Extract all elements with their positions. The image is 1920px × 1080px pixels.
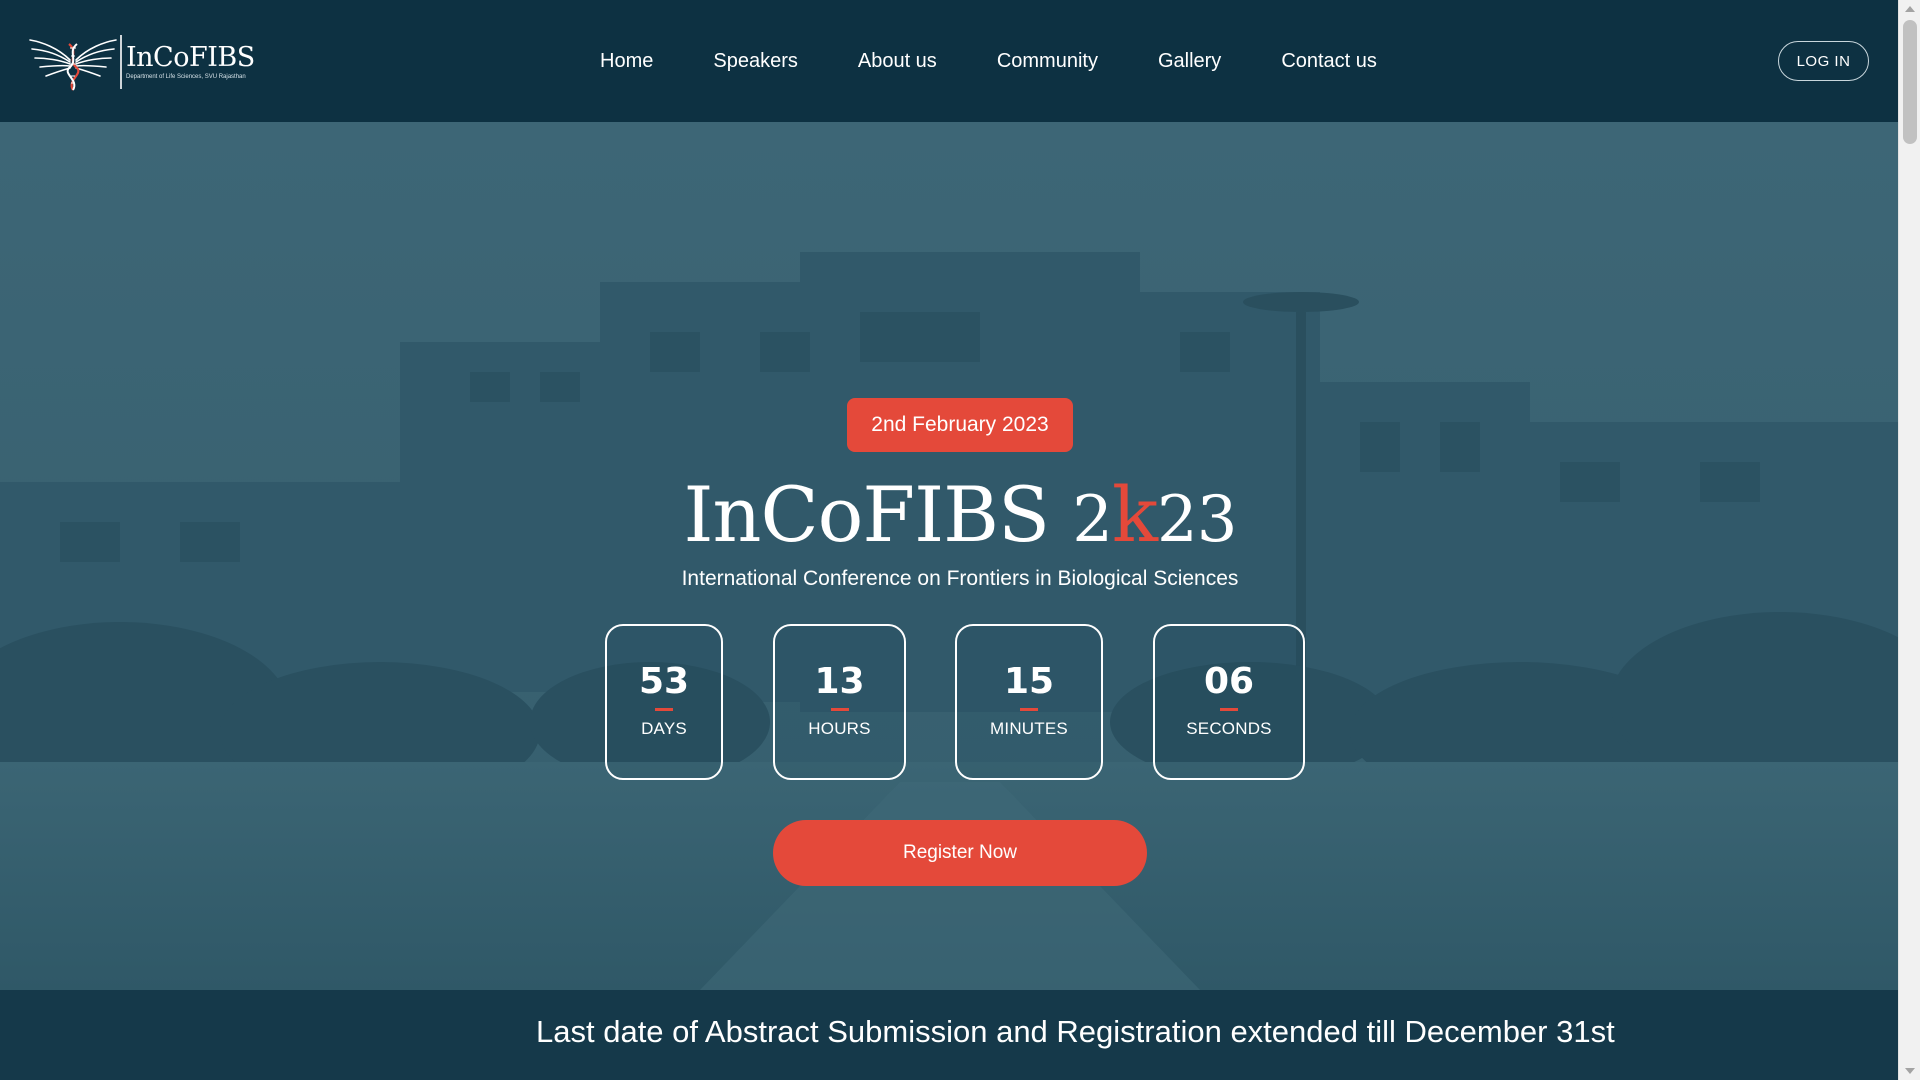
countdown-seconds-value: 06 <box>1203 661 1255 702</box>
nav-about-us[interactable]: About us <box>858 50 937 73</box>
event-date-badge: 2nd February 2023 <box>847 398 1073 452</box>
countdown-minutes-label: MINUTES <box>990 719 1068 738</box>
countdown-divider <box>655 708 673 711</box>
register-now-button[interactable]: Register Now <box>773 820 1147 886</box>
nav-home[interactable]: Home <box>600 50 653 73</box>
main-nav: Home Speakers About us Community Gallery… <box>600 0 1437 122</box>
countdown-minutes-value: 15 <box>1003 661 1055 702</box>
countdown-days: 53 DAYS <box>605 624 723 780</box>
nav-community[interactable]: Community <box>997 50 1098 73</box>
event-title: InCoFIBS 2k23 <box>600 470 1320 565</box>
countdown-hours-label: HOURS <box>808 719 871 738</box>
announcement-banner: Last date of Abstract Submission and Reg… <box>0 990 1898 1080</box>
scroll-down-arrow-icon[interactable] <box>1905 1068 1915 1074</box>
logo-wordmark: InCoFIBS Department of Life Sciences, SV… <box>126 43 255 81</box>
countdown-divider <box>830 708 849 711</box>
countdown-timer: 53 DAYS 13 HOURS 15 MINUTES 06 SECONDS <box>0 624 1898 780</box>
countdown-days-value: 53 <box>638 661 690 702</box>
site-header: InCoFIBS Department of Life Sciences, SV… <box>0 0 1898 122</box>
page: InCoFIBS Department of Life Sciences, SV… <box>0 0 1898 1080</box>
nav-contact-us[interactable]: Contact us <box>1281 50 1377 73</box>
countdown-seconds-label: SECONDS <box>1186 719 1272 738</box>
countdown-hours: 13 HOURS <box>773 624 906 780</box>
logo-divider <box>120 35 122 89</box>
page-scrollbar[interactable] <box>1898 0 1920 1080</box>
scroll-up-arrow-icon[interactable] <box>1905 6 1915 12</box>
nav-speakers[interactable]: Speakers <box>713 50 798 73</box>
site-logo[interactable]: InCoFIBS Department of Life Sciences, SV… <box>28 30 258 94</box>
event-title-name: InCoFIBS <box>683 470 1051 559</box>
countdown-divider <box>1220 708 1238 711</box>
winged-dna-logo-icon <box>29 39 117 91</box>
hero-content: 2nd February 2023 InCoFIBS 2k23 Internat… <box>0 122 1898 990</box>
event-title-year-accent: k <box>1111 470 1158 559</box>
hero-section: 2nd February 2023 InCoFIBS 2k23 Internat… <box>0 122 1898 990</box>
countdown-days-label: DAYS <box>641 719 687 738</box>
logo-subtitle: Department of Life Sciences, SVU Rajasth… <box>126 74 246 80</box>
event-subtitle: International Conference on Frontiers in… <box>681 567 1239 590</box>
nav-gallery[interactable]: Gallery <box>1158 50 1221 73</box>
countdown-seconds: 06 SECONDS <box>1153 624 1305 780</box>
countdown-hours-value: 13 <box>814 661 865 702</box>
countdown-minutes: 15 MINUTES <box>955 624 1103 780</box>
event-title-year-prefix: 2 <box>1072 483 1113 557</box>
announcement-text: Last date of Abstract Submission and Reg… <box>536 1014 1615 1049</box>
login-button[interactable]: LOG IN <box>1778 41 1869 81</box>
logo-title: InCoFIBS <box>126 42 255 73</box>
event-title-year-suffix: 23 <box>1157 483 1237 557</box>
scrollbar-thumb[interactable] <box>1903 20 1917 144</box>
countdown-divider <box>1020 708 1038 711</box>
